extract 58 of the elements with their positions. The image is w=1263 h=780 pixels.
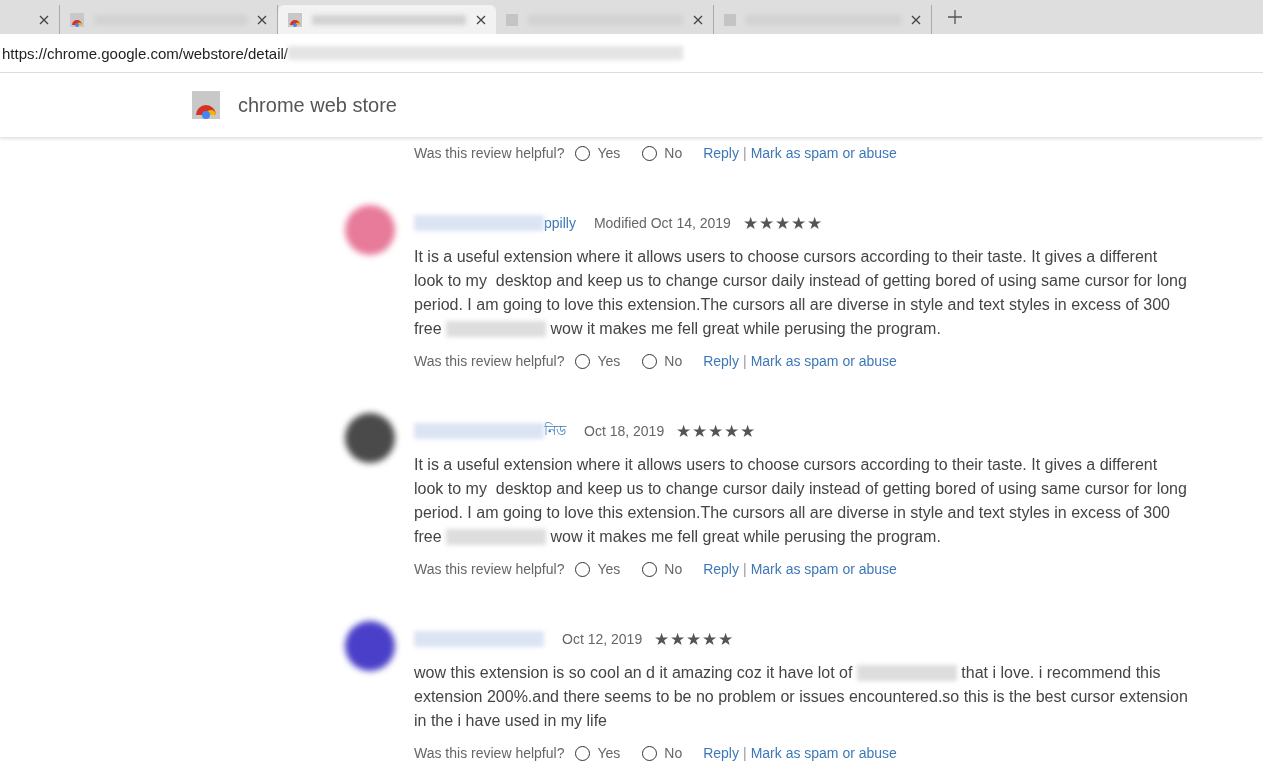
report-link[interactable]: Mark as spam or abuse [750, 353, 897, 369]
link-separator: | [743, 145, 747, 161]
no-radio[interactable]: No [642, 353, 683, 369]
review-text: It is a useful extension where it allows users to choose cursors according to their taste. It gives a different look to my desktop and keep us to change cursor daily instead of getting bored of using same cursor for long period. I am going to love this extension.The cursors all are diverse in style and text styles in excess of 300 free wow it makes me fell great while perusing the program. [414, 455, 1188, 547]
star-icon: ★ [718, 630, 734, 648]
star-icon: ★ [790, 214, 806, 232]
link-separator: | [743, 561, 747, 577]
star-icon: ★ [740, 422, 756, 440]
reply-link[interactable]: Reply [703, 561, 739, 577]
close-icon[interactable] [476, 14, 486, 25]
review-text: It is a useful extension where it allows users to choose cursors according to their taste. It gives a different look to my desktop and keep us to change cursor daily instead of getting bored of using same cursor for long period. I am going to love this extension.The cursors all are diverse in style and text styles in excess of 300 free wow it makes me fell great while perusing the program. [414, 247, 1188, 339]
star-icon: ★ [742, 214, 758, 232]
link-separator: | [743, 353, 747, 369]
report-link[interactable]: Mark as spam or abuse [750, 145, 897, 161]
yes-radio[interactable]: Yes [575, 745, 621, 761]
report-link[interactable]: Mark as spam or abuse [750, 745, 897, 761]
review-date: Oct 12, 2019 [562, 631, 643, 647]
helpful-question: Was this review helpful? [414, 561, 565, 577]
helpful-question: Was this review helpful? [414, 145, 565, 161]
store-logo-icon [192, 91, 220, 119]
new-tab-icon[interactable] [948, 10, 962, 24]
blurred-favicon-icon [506, 13, 518, 26]
yes-radio[interactable]: Yes [575, 561, 621, 577]
star-icon: ★ [758, 214, 774, 232]
star-icon: ★ [676, 422, 692, 440]
star-icon: ★ [686, 630, 702, 648]
helpful-question: Was this review helpful? [414, 353, 565, 369]
no-radio[interactable]: No [642, 745, 683, 761]
star-icon: ★ [670, 630, 686, 648]
review-text: wow this extension is so cool an d it amazing coz it have lot of that i love. i recommend this extension 200%.and there seems to be no problem or issues encountered.so this is the best cursor extension in the i have used in my life [414, 663, 1189, 731]
helpful-question: Was this review helpful? [414, 745, 565, 761]
star-icon: ★ [708, 422, 724, 440]
star-icon: ★ [692, 422, 708, 440]
star-icon: ★ [702, 630, 718, 648]
reply-link[interactable]: Reply [703, 145, 739, 161]
review-date: Oct 18, 2019 [584, 423, 665, 439]
star-icon: ★ [724, 422, 740, 440]
link-separator: | [743, 745, 747, 761]
yes-radio[interactable]: Yes [575, 353, 621, 369]
url-text[interactable]: https://chrome.google.com/webstore/detail/ [2, 44, 288, 62]
reply-link[interactable]: Reply [703, 745, 739, 761]
no-radio[interactable]: No [642, 145, 683, 161]
store-title: chrome web store [238, 93, 397, 117]
yes-radio[interactable]: Yes [575, 145, 621, 161]
blurred-favicon-icon [724, 13, 736, 26]
no-radio[interactable]: No [642, 561, 683, 577]
close-icon[interactable] [257, 14, 267, 25]
star-icon: ★ [806, 214, 822, 232]
star-icon: ★ [774, 214, 790, 232]
reply-link[interactable]: Reply [703, 353, 739, 369]
close-icon[interactable] [693, 14, 703, 25]
close-icon[interactable] [911, 14, 921, 25]
close-icon[interactable] [39, 14, 49, 25]
store-favicon-icon [288, 12, 302, 27]
store-favicon-icon [70, 12, 84, 27]
review-date: Modified Oct 14, 2019 [593, 215, 731, 231]
star-icon: ★ [654, 630, 670, 648]
report-link[interactable]: Mark as spam or abuse [750, 561, 897, 577]
